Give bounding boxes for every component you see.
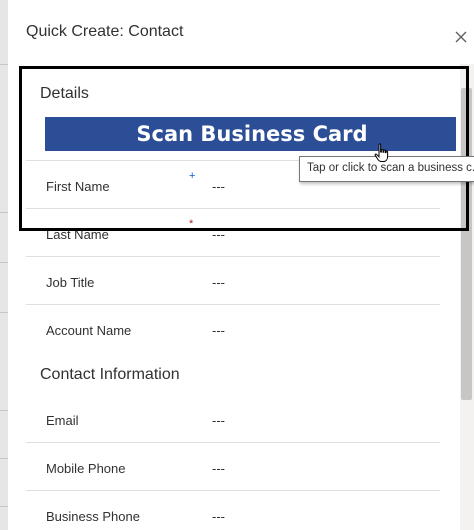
field-row-last-name: Last Name * --- bbox=[26, 208, 440, 256]
quick-create-panel: Quick Create: Contact Details Scan Busin… bbox=[8, 0, 474, 530]
field-row-job-title: Job Title --- bbox=[26, 256, 440, 304]
background-divider bbox=[0, 212, 8, 213]
field-label: First Name bbox=[46, 179, 110, 194]
field-label: Account Name bbox=[46, 323, 132, 338]
field-row-business-phone: Business Phone --- bbox=[26, 490, 440, 530]
field-row-mobile-phone: Mobile Phone --- bbox=[26, 442, 440, 490]
field-label: Last Name bbox=[46, 227, 109, 242]
hand-pointer-icon bbox=[374, 143, 390, 163]
background-divider bbox=[0, 312, 8, 313]
field-row-email: Email --- bbox=[26, 394, 440, 442]
last-name-field[interactable]: --- bbox=[212, 227, 402, 243]
background-page-edge bbox=[0, 0, 8, 530]
section-title-contact-information: Contact Information bbox=[40, 366, 180, 383]
dialog-title: Quick Create: Contact bbox=[26, 23, 184, 40]
field-row-account-name: Account Name --- bbox=[26, 304, 440, 352]
account-name-field[interactable]: --- bbox=[212, 323, 402, 339]
required-marker: * bbox=[189, 218, 194, 230]
scan-business-card-button[interactable]: Scan Business Card bbox=[45, 117, 456, 151]
background-divider bbox=[0, 64, 8, 65]
scrollbar-thumb[interactable] bbox=[461, 88, 472, 400]
form-scrollbar[interactable] bbox=[460, 64, 474, 530]
background-divider bbox=[0, 262, 8, 263]
background-divider bbox=[0, 506, 8, 507]
form-content: Details Scan Business Card First Name + … bbox=[26, 64, 456, 530]
background-divider bbox=[0, 410, 8, 411]
section-title-details: Details bbox=[40, 85, 89, 102]
field-label: Job Title bbox=[46, 275, 95, 290]
field-label: Mobile Phone bbox=[46, 461, 126, 476]
field-label: Email bbox=[46, 413, 79, 428]
close-icon[interactable] bbox=[454, 30, 468, 44]
field-label: Business Phone bbox=[46, 509, 140, 524]
email-field[interactable]: --- bbox=[212, 413, 402, 429]
business-phone-field[interactable]: --- bbox=[212, 509, 402, 525]
background-divider bbox=[0, 458, 8, 459]
recommended-marker: + bbox=[189, 170, 196, 182]
job-title-field[interactable]: --- bbox=[212, 275, 402, 291]
mobile-phone-field[interactable]: --- bbox=[212, 461, 402, 477]
